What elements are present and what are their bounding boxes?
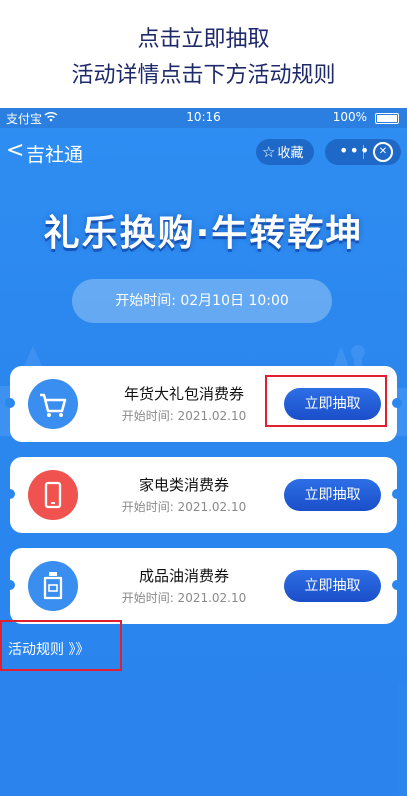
close-icon[interactable]: ✕ [373,142,393,162]
cart-icon [28,379,78,429]
coupon-card: 成品油消费券 开始时间: 2021.02.10 立即抽取 [5,548,402,624]
back-chevron-icon[interactable]: < [6,138,24,164]
battery-icon [375,113,399,124]
card-notch [5,398,15,408]
phone-screen: 支付宝 10:16 100% < 吉社通 ☆ 收藏 ••• ✕ 礼乐换购·牛转乾… [0,108,407,796]
battery-percent: 100% [332,110,367,124]
highlight-box-rules-link [0,620,122,671]
draw-now-button[interactable]: 立即抽取 [284,570,381,602]
coupon-name: 年货大礼包消费券 [123,385,244,403]
capsule-divider [363,145,364,159]
navigation-bar: < 吉社通 ☆ 收藏 ••• ✕ [0,128,407,176]
card-notch [5,580,15,590]
coupon-start-date: 开始时间: 2021.02.10 [121,409,247,423]
draw-now-button[interactable]: 立即抽取 [284,479,381,511]
more-icon[interactable]: ••• [339,141,370,160]
banner-title: 礼乐换购·牛转乾坤 [43,213,364,254]
coupon-name: 家电类消费券 [138,476,229,494]
highlight-box-draw-button [265,375,387,427]
status-bar: 支付宝 10:16 100% [0,108,407,128]
screen-edge [398,684,407,796]
card-notch [392,580,402,590]
coupon-name: 成品油消费券 [138,567,229,585]
oil-bottle-icon [28,561,78,611]
coupon-start-date: 开始时间: 2021.02.10 [121,591,247,605]
instruction-caption: 点击立即抽取 活动详情点击下方活动规则 [0,0,407,108]
start-time-pill: 开始时间: 02月10日 10:00 [72,279,332,323]
star-icon: ☆ [262,143,276,161]
mini-app-capsule: ••• ✕ [325,139,401,165]
favorite-label: 收藏 [277,146,304,161]
phone-icon [28,470,78,520]
favorite-button[interactable]: ☆ 收藏 [256,139,314,165]
card-notch [5,489,15,499]
card-notch [392,489,402,499]
coupon-start-date: 开始时间: 2021.02.10 [121,500,247,514]
card-notch [392,398,402,408]
caption-line-2: 活动详情点击下方活动规则 [71,63,336,88]
coupon-card: 家电类消费券 开始时间: 2021.02.10 立即抽取 [5,457,402,533]
page-title: 吉社通 [26,144,84,166]
caption-line-1: 点击立即抽取 [137,27,270,52]
